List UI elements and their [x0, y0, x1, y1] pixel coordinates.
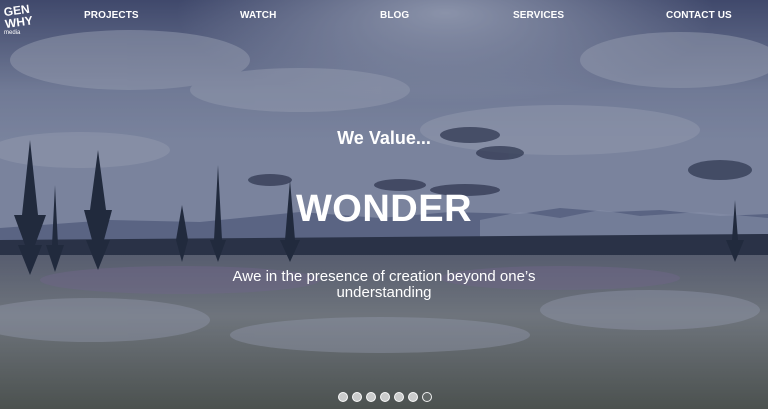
nav-watch[interactable]: WATCH [240, 10, 276, 21]
genwhy-media-logo[interactable]: GEN WHY media [3, 2, 39, 36]
hero-headline: WONDER [295, 188, 473, 230]
hero-description: Awe in the presence of creation beyond o… [232, 268, 536, 301]
nav-projects[interactable]: PROJECTS [84, 10, 139, 21]
svg-text:media: media [4, 30, 21, 35]
top-navigation: GEN WHY media PROJECTS WATCH BLOG SERVIC… [0, 0, 768, 36]
nav-services[interactable]: SERVICES [513, 10, 564, 21]
carousel-dot-1[interactable] [338, 392, 348, 402]
carousel-dot-2[interactable] [352, 392, 362, 402]
carousel-dot-4[interactable] [380, 392, 390, 402]
nav-contact-us[interactable]: CONTACT US [666, 10, 732, 21]
carousel-dot-6[interactable] [408, 392, 418, 402]
carousel-dot-5[interactable] [394, 392, 404, 402]
hero-eyebrow: We Value... [337, 128, 431, 148]
carousel-dot-7[interactable] [422, 392, 432, 402]
nav-blog[interactable]: BLOG [380, 10, 409, 21]
carousel-dot-3[interactable] [366, 392, 376, 402]
svg-text:WHY: WHY [4, 13, 34, 31]
logo-mark: GEN WHY media [3, 2, 34, 36]
